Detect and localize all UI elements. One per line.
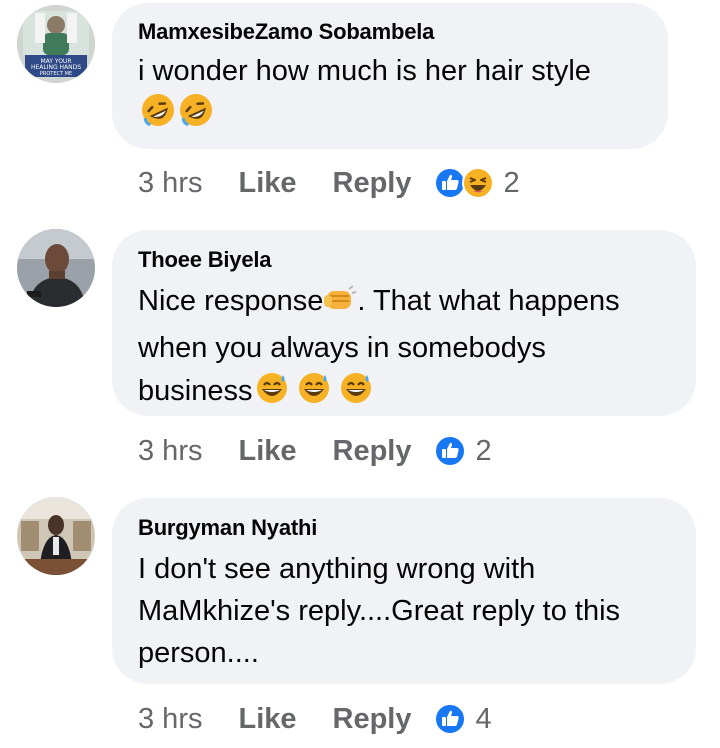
comment-bubble: Thoee Biyela Nice response . That what ha… — [112, 230, 696, 416]
grinning-sweat-emoji-icon — [254, 369, 290, 417]
reaction-count: 2 — [503, 166, 520, 199]
comment-text-line: I don't see anything wrong with — [138, 553, 536, 585]
comment-actions: 3 hrs Like Reply 2 — [138, 163, 520, 203]
comment-author[interactable]: Burgyman Nyathi — [138, 514, 670, 542]
avatar[interactable] — [17, 497, 95, 575]
reply-button[interactable]: Reply — [333, 435, 412, 468]
comment-text: I don't see anything wrong with MaMkhize… — [138, 548, 670, 674]
comment-bubble: Burgyman Nyathi I don't see anything wro… — [112, 498, 696, 684]
comment-timestamp[interactable]: 3 hrs — [138, 703, 202, 736]
reaction-count: 2 — [475, 434, 492, 467]
reply-button[interactable]: Reply — [333, 703, 412, 736]
comment-text-line: i wonder how much is her hair style — [138, 55, 591, 87]
comment-text: i wonder how much is her hair style — [138, 50, 642, 140]
like-reaction-icon — [433, 435, 466, 467]
comment-text-line: when you always in somebodys — [138, 332, 546, 364]
svg-text:HEALING HANDS: HEALING HANDS — [31, 64, 81, 71]
comment-bubble: MamxesibeZamo Sobambela i wonder how muc… — [112, 3, 668, 149]
avatar[interactable] — [17, 229, 95, 307]
rofl-emoji-icon — [178, 92, 214, 140]
comment-text: Nice response . That what happens when yo… — [138, 280, 670, 417]
comment-text-line: person.... — [138, 637, 259, 669]
reaction-summary[interactable]: 2 — [433, 166, 520, 200]
comment-author[interactable]: Thoee Biyela — [138, 246, 670, 274]
like-button[interactable]: Like — [238, 435, 296, 468]
grinning-sweat-emoji-icon — [296, 369, 332, 417]
comment-author[interactable]: MamxesibeZamo Sobambela — [138, 18, 642, 46]
avatar[interactable]: MAY YOUR HEALING HANDS PROTECT ME — [17, 5, 95, 83]
like-reaction-icon — [433, 703, 466, 735]
like-button[interactable]: Like — [238, 703, 296, 736]
comment-actions: 3 hrs Like Reply 4 — [138, 699, 492, 739]
comment-text-line: Nice response — [138, 285, 324, 317]
reaction-count: 4 — [475, 702, 492, 735]
comment-timestamp[interactable]: 3 hrs — [138, 435, 202, 468]
fist-emoji-icon — [323, 283, 357, 327]
rofl-emoji-icon — [140, 92, 176, 140]
reaction-summary[interactable]: 2 — [433, 434, 492, 468]
haha-reaction-icon — [461, 167, 494, 199]
reply-button[interactable]: Reply — [333, 167, 412, 200]
comment-text-line: . That what happens — [357, 285, 620, 317]
comment-text-line: business — [138, 375, 253, 407]
grinning-sweat-emoji-icon — [338, 369, 374, 417]
comment-text-line: MaMkhize's reply....Great reply to this — [138, 595, 621, 627]
svg-text:PROTECT ME: PROTECT ME — [40, 71, 72, 77]
comment-actions: 3 hrs Like Reply 2 — [138, 431, 492, 471]
reaction-summary[interactable]: 4 — [433, 702, 492, 736]
comment-timestamp[interactable]: 3 hrs — [138, 167, 202, 200]
like-button[interactable]: Like — [238, 167, 296, 200]
